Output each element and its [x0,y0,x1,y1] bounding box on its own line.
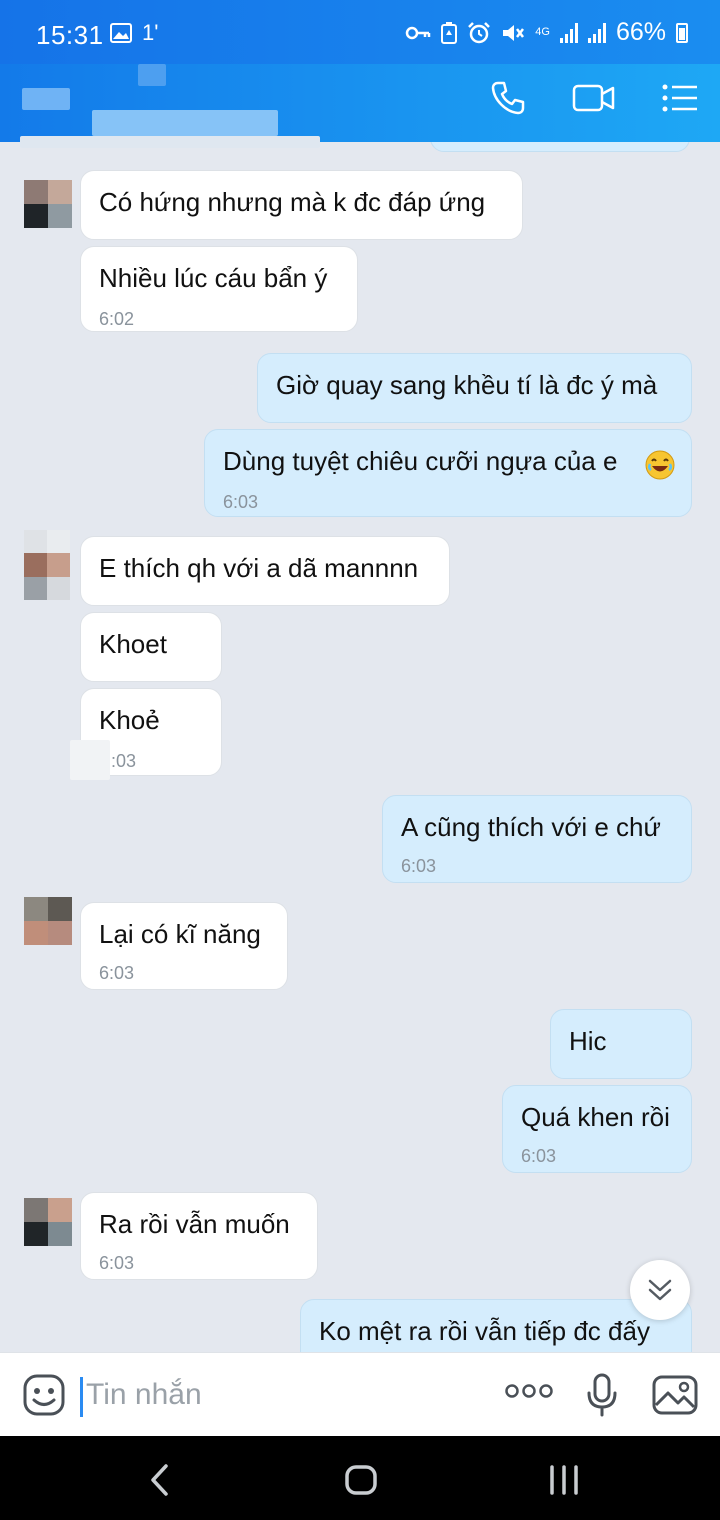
message-text: A cũng thích với e chứ [401,812,661,842]
message-bubble[interactable]: Có hứng nhưng mà k đc đáp ứng [80,170,523,240]
message-time: 6:03 [99,1253,135,1273]
message-bubble[interactable]: A cũng thích với e chứ 6:03 [382,795,692,883]
message-text: Khoet [99,629,167,659]
blur-artifact [70,740,110,780]
message-text: Ra rồi vẫn muốn [99,1209,290,1239]
status-right-icons: 4G 66% [405,18,688,47]
image-icon [110,23,132,43]
message-time: 6:03 [401,856,437,876]
message-input[interactable] [86,1371,466,1419]
message-bubble[interactable]: Ko mệt ra rồi vẫn tiếp đc đấy [300,1299,692,1352]
message-time: 6:03 [99,963,135,983]
battery-percent: 66% [615,18,666,46]
message-time: 6:02 [99,309,135,329]
avatar[interactable] [24,180,72,228]
signal-icon [559,22,578,43]
message-bubble[interactable]: Hic [550,1009,692,1079]
contact-name-blur-2 [138,64,166,86]
avatar[interactable] [24,1198,72,1246]
avatar[interactable] [24,530,70,600]
message-bubble[interactable]: Giờ quay sang khều tí là đc ý mà [257,353,692,423]
mute-icon [503,24,525,41]
message-text: Giờ quay sang khều tí là đc ý mà [276,370,658,400]
laughing-emoji [645,450,675,480]
key-icon [406,26,431,39]
message-time: :03 [111,751,137,771]
message-bubble[interactable]: Quá khen rồi 6:03 [502,1085,692,1173]
status-time: 15:31 [36,20,104,50]
chat-area[interactable]: Có hứng nhưng mà k đc đáp ứng Nhiều lúc … [0,142,720,1352]
message-bubble-partial[interactable] [430,142,690,152]
signal-icon-2 [587,22,606,43]
status-bar: 15:31 1' 4G 66% [0,0,720,64]
message-bubble[interactable]: Khoet [80,612,222,682]
battery-saver-icon [441,21,458,44]
message-text: Ko mệt ra rồi vẫn tiếp đc đấy [319,1316,650,1346]
message-text: Hic [569,1026,607,1056]
contact-name-blur[interactable] [92,110,278,136]
menu-icon[interactable] [662,83,698,113]
battery-icon [676,22,688,43]
recents-nav-icon[interactable] [548,1464,580,1496]
message-text: Khoẻ [99,705,160,735]
status-notif: 1' [142,20,159,45]
message-composer [0,1352,720,1436]
text-caret [80,1377,83,1417]
alarm-icon [468,21,491,43]
message-time: 6:03 [223,492,259,512]
phone-icon[interactable] [490,80,526,116]
home-nav-icon[interactable] [344,1464,378,1496]
message-text: Nhiều lúc cáu bẩn ý [99,263,328,293]
scroll-down-button[interactable] [630,1260,690,1320]
message-bubble[interactable]: E thích qh với a dã mannnn [80,536,450,606]
network-label: 4G [535,26,550,38]
chat-header [0,64,720,148]
back-area-blur[interactable] [22,88,70,110]
message-text: Quá khen rồi [521,1102,670,1132]
gallery-icon[interactable] [652,1375,698,1415]
scroll-down-icon [648,1279,672,1301]
back-nav-icon[interactable] [148,1464,172,1496]
message-bubble[interactable]: Ra rồi vẫn muốn 6:03 [80,1192,318,1280]
message-text: Có hứng nhưng mà k đc đáp ứng [99,187,486,217]
message-text: E thích qh với a dã mannnn [99,553,419,583]
system-nav-bar [0,1436,720,1520]
more-icon[interactable] [505,1383,553,1399]
message-bubble[interactable]: Nhiều lúc cáu bẩn ý 6:02 [80,246,358,332]
status-left-icons: 1' [110,20,158,46]
message-text: Lại có kĩ năng [99,919,261,949]
emoji-icon[interactable] [22,1373,66,1417]
video-call-icon[interactable] [572,82,616,114]
message-bubble[interactable]: Dùng tuyệt chiêu cưỡi ngựa của e 6:03 [204,429,692,517]
message-bubble[interactable]: Lại có kĩ năng 6:03 [80,902,288,990]
message-text: Dùng tuyệt chiêu cưỡi ngựa của e [223,446,618,476]
avatar[interactable] [24,897,72,945]
header-actions [490,80,698,116]
mic-icon[interactable] [586,1373,618,1417]
message-time: 6:03 [521,1146,557,1166]
